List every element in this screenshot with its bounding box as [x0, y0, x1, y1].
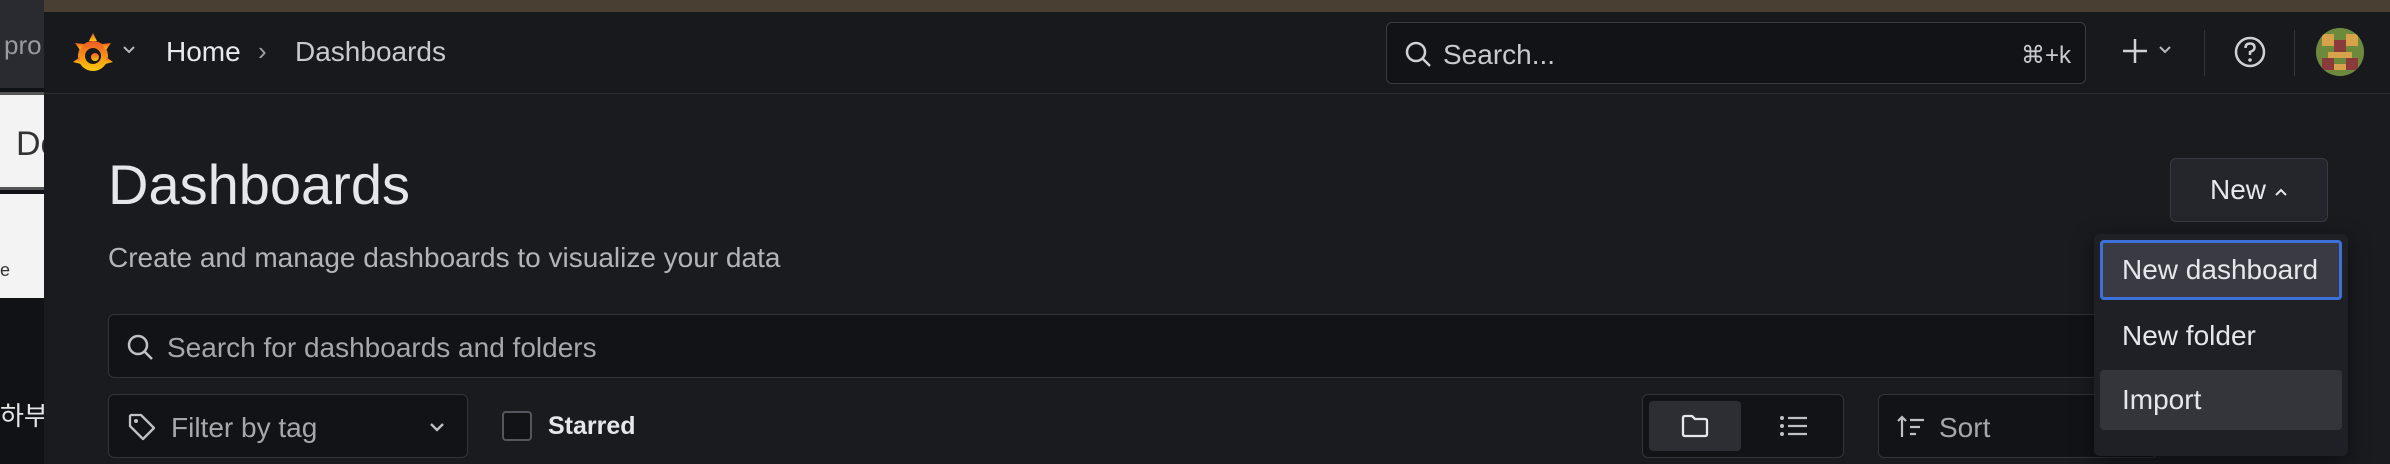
help-icon[interactable]	[2232, 34, 2268, 75]
menu-item-new-folder[interactable]: New folder	[2100, 306, 2342, 366]
folder-view-button[interactable]	[1649, 401, 1741, 451]
menu-item-new-dashboard[interactable]: New dashboard	[2100, 240, 2342, 300]
page-title: Dashboards	[108, 153, 410, 216]
background-tab: pro	[0, 0, 44, 88]
new-menu-dropdown: New dashboard New folder Import	[2094, 234, 2348, 456]
chevron-down-icon	[427, 417, 447, 442]
breadcrumb-home[interactable]: Home	[166, 36, 241, 68]
background-tab: De	[0, 92, 44, 190]
list-view-icon[interactable]	[1779, 413, 1809, 444]
breadcrumb-current: Dashboards	[295, 36, 446, 67]
tag-filter-placeholder: Filter by tag	[171, 412, 318, 443]
chevron-up-icon	[2274, 174, 2288, 206]
folder-icon	[1681, 414, 1709, 438]
dashboard-search-placeholder: Search for dashboards and folders	[167, 332, 597, 363]
starred-label[interactable]: Starred	[548, 412, 636, 441]
grafana-app: Home › Dashboards Search... ⌘+k Dashboar…	[44, 12, 2390, 464]
divider	[2294, 30, 2295, 76]
page-subtitle: Create and manage dashboards to visualiz…	[108, 242, 781, 273]
chevron-down-icon[interactable]	[2158, 42, 2172, 61]
avatar[interactable]	[2316, 28, 2364, 76]
search-shortcut: ⌘+k	[2020, 42, 2071, 69]
sort-label: Sort	[1939, 412, 1991, 443]
divider	[2204, 30, 2205, 76]
breadcrumb-separator: ›	[258, 36, 267, 66]
sort-icon	[1897, 415, 1925, 444]
global-search-input[interactable]: Search... ⌘+k	[1386, 22, 2086, 84]
background-text: 하부	[0, 401, 44, 431]
search-icon	[125, 332, 155, 367]
view-mode-toggle	[1642, 394, 1844, 458]
search-placeholder: Search...	[1443, 39, 1556, 70]
search-icon	[1403, 39, 1433, 74]
menu-item-import[interactable]: Import	[2100, 370, 2342, 430]
new-button-label: New	[2209, 174, 2266, 205]
top-navbar: Home › Dashboards Search... ⌘+k	[44, 12, 2390, 94]
add-icon[interactable]	[2118, 34, 2152, 73]
tag-filter-select[interactable]: Filter by tag	[108, 394, 468, 458]
tag-icon	[127, 412, 157, 447]
dashboard-search-input[interactable]: Search for dashboards and folders	[108, 314, 2158, 378]
background-tab: e	[0, 194, 44, 298]
chevron-down-icon[interactable]	[122, 42, 136, 61]
window-top-border	[44, 0, 2390, 12]
new-button[interactable]: New	[2170, 158, 2328, 222]
background-window-strip: pro De e 하부	[0, 0, 44, 464]
starred-checkbox[interactable]	[502, 411, 532, 441]
grafana-logo-icon[interactable]	[68, 29, 118, 79]
